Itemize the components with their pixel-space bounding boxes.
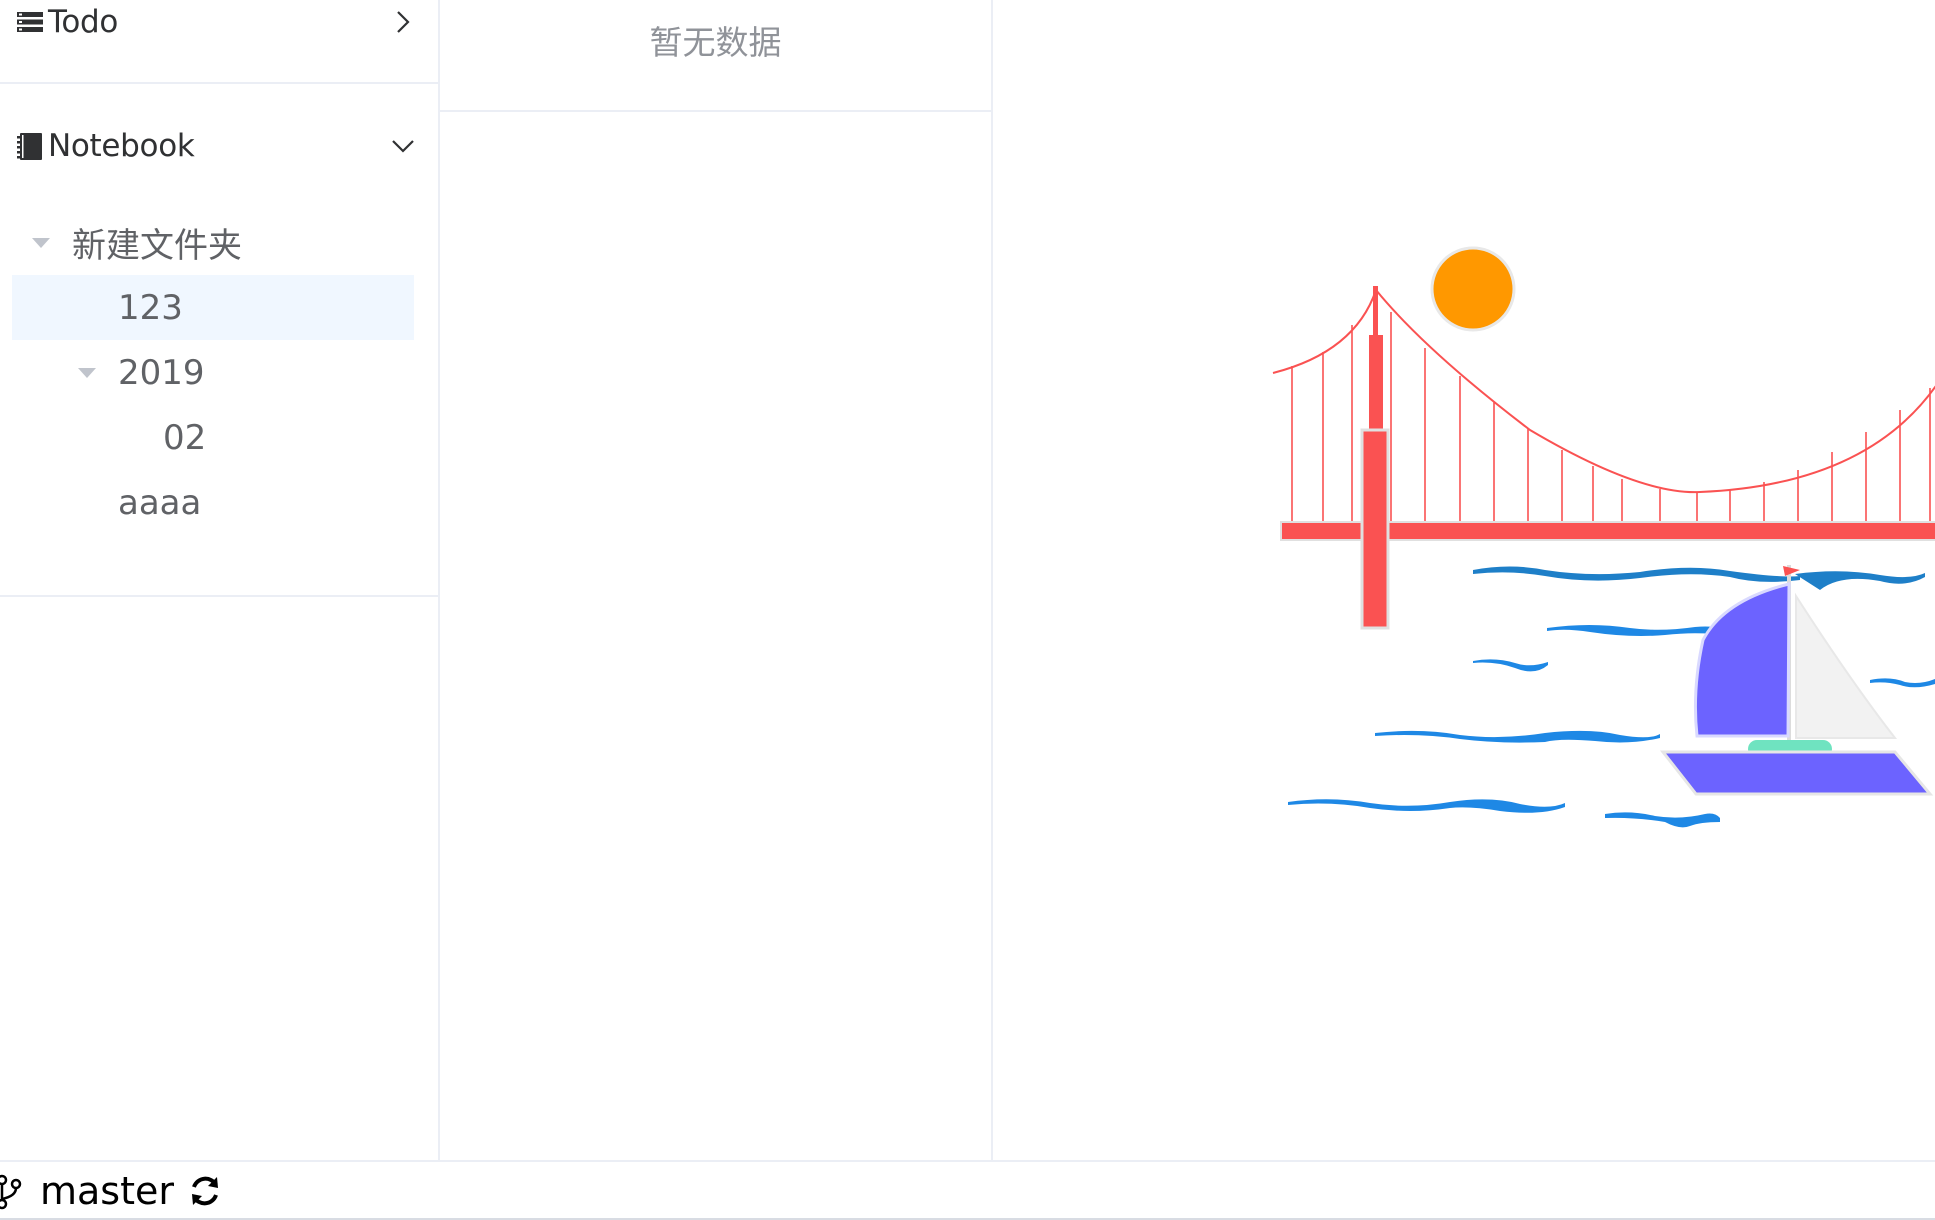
todo-label: Todo (48, 4, 119, 40)
content-pane (993, 0, 1935, 1160)
tree-node-label: 新建文件夹 (72, 226, 242, 266)
caret-down-icon[interactable] (32, 238, 50, 248)
bridge-tower-spire (1373, 286, 1378, 338)
app-window: Todo Notebook 新建文件夹 123 2019 02 aaaa 暂无数… (0, 0, 1935, 1220)
notebook-icon (17, 133, 42, 160)
statusbar: master (0, 1160, 1935, 1220)
notebook-section-header[interactable]: Notebook (0, 116, 438, 176)
caret-down-icon[interactable] (78, 368, 96, 378)
bridge-illustration (1272, 246, 1935, 828)
tree-node-label: 2019 (118, 352, 205, 393)
bridge-tower-top (1369, 335, 1383, 435)
empty-state-text: 暂无数据 (649, 23, 782, 62)
sync-icon[interactable] (188, 1174, 222, 1208)
chevron-down-icon[interactable] (390, 133, 416, 159)
sidebar: Todo Notebook 新建文件夹 123 2019 02 aaaa (0, 0, 440, 1160)
tree-node-2019[interactable]: 2019 (12, 340, 414, 405)
list-icon (17, 12, 43, 32)
tree-node-folder[interactable]: 新建文件夹 (12, 210, 414, 275)
tree-node-label: aaaa (118, 482, 202, 523)
note-list-empty: 暂无数据 (440, 0, 991, 112)
tree-node-label: 123 (118, 287, 183, 328)
chevron-right-icon[interactable] (390, 9, 416, 35)
tree-node-label: 02 (163, 417, 207, 458)
branch-name[interactable]: master (40, 1169, 174, 1213)
tree-node-02[interactable]: 02 (12, 405, 414, 470)
tree-node-aaaa[interactable]: aaaa (12, 470, 414, 535)
bridge-tower (1360, 428, 1390, 630)
section-divider (0, 82, 438, 84)
git-branch-icon (0, 1174, 22, 1210)
notebook-label: Notebook (48, 128, 195, 164)
section-divider (0, 595, 438, 597)
sun-shape (1430, 246, 1516, 332)
notebook-tree: 新建文件夹 123 2019 02 aaaa (12, 210, 414, 535)
todo-section-header[interactable]: Todo (0, 0, 438, 52)
note-list-pane: 暂无数据 (440, 0, 993, 1160)
tree-node-123[interactable]: 123 (12, 275, 414, 340)
